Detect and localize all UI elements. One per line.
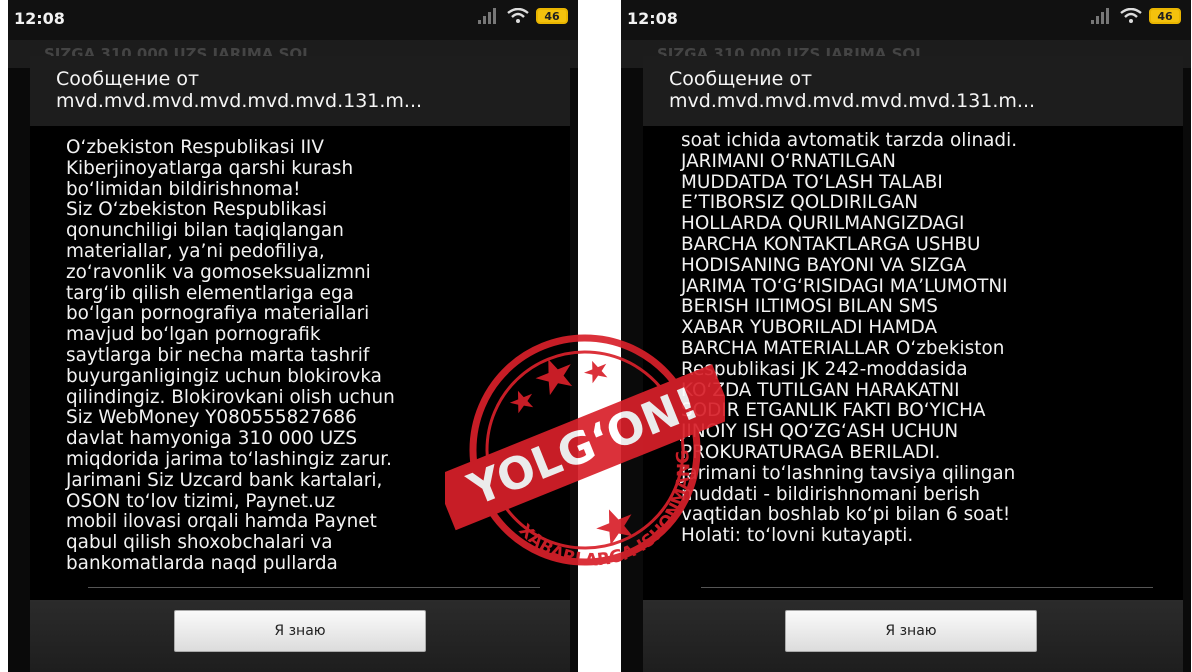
message-line: BARCHA MATERIALLAR O‘zbekiston: [681, 337, 1005, 359]
divider: [701, 587, 1153, 588]
message-line: bo‘lgan pornografiya materiallari: [66, 303, 370, 325]
dialog-header: Сообщение от mvd.mvd.mvd.mvd.mvd.mvd.131…: [643, 56, 1183, 127]
divider: [88, 587, 540, 588]
message-line: buyurganligingiz uchun blokirovka: [66, 365, 382, 387]
message-line: BERISH ILTIMOSI BILAN SMS: [681, 296, 938, 318]
battery-icon: 46: [1149, 8, 1181, 24]
dialog-title-line1: Сообщение от: [669, 68, 813, 90]
message-line: bankomatlarda naqd pullarda: [66, 552, 338, 574]
dialog-sender: mvd.mvd.mvd.mvd.mvd.mvd.131.m...: [669, 90, 1036, 112]
dialog-sender: mvd.mvd.mvd.mvd.mvd.mvd.131.m...: [56, 90, 423, 112]
message-line: vaqtidan boshlab ko‘pi bilan 6 soat!: [681, 504, 1011, 526]
message-line: PROKURATURAGA BERILADI.: [681, 441, 941, 463]
dialog-title: Сообщение от mvd.mvd.mvd.mvd.mvd.mvd.131…: [669, 68, 1177, 112]
dialog-title: Сообщение от mvd.mvd.mvd.mvd.mvd.mvd.131…: [56, 68, 564, 112]
message-line: XABAR YUBORILADI HAMDA: [681, 317, 938, 339]
message-line: zo‘ravonlik va gomoseksualizmni: [66, 261, 371, 283]
message-line: mavjud bo‘lgan pornografik: [66, 324, 321, 346]
dialog-message-body[interactable]: soat ichida avtomatik tarzda olinadi. JAR…: [643, 126, 1183, 600]
message-line: KO‘ZDA TUTILGAN HARAKATNI: [681, 379, 960, 401]
dialog-title-line1: Сообщение от: [56, 68, 200, 90]
i-know-button[interactable]: Я знаю: [785, 610, 1037, 652]
message-line: targ‘ib qilish elementlariga ega: [66, 282, 354, 304]
message-line: Holati: to‘lovni kutayapti.: [681, 525, 914, 547]
message-line: Siz WebMoney Y080555827686: [66, 407, 357, 429]
message-line: qilindingiz. Blokirovkani olish uchun: [66, 386, 395, 408]
status-icons: 46: [478, 8, 568, 24]
wifi-icon: [507, 8, 529, 23]
message-line: qonunchiligi bilan taqiqlangan: [66, 220, 344, 242]
message-line: MUDDATDA TO‘LASH TALABI: [681, 171, 943, 193]
message-line: BARCHA KONTAKTLARGA USHBU: [681, 233, 981, 255]
message-line: O‘zbekiston Respublikasi IIV: [66, 137, 324, 158]
signal-icon: [478, 8, 500, 24]
message-line: Jarimani to‘lashning tavsiya qilingan: [681, 462, 1016, 484]
dialog-footer: Я знаю: [30, 600, 570, 672]
message-line: soat ichida avtomatik tarzda olinadi.: [681, 130, 1018, 151]
message-line: mobil ilovasi orqali hamda Paynet: [66, 511, 377, 533]
message-line: Jarimani Siz Uzcard bank kartalari,: [66, 469, 383, 491]
message-line: Siz O‘zbekiston Respublikasi: [66, 199, 327, 221]
dialog-header: Сообщение от mvd.mvd.mvd.mvd.mvd.mvd.131…: [30, 56, 570, 127]
status-icons: 46: [1091, 8, 1181, 24]
message-line: materiallar, ya’ni pedofiliya,: [66, 240, 325, 262]
signal-icon: [1091, 8, 1113, 24]
message-line: davlat hamyoniga 310 000 UZS: [66, 428, 358, 450]
message-line: HODISANING BAYONI VA SIZGA: [681, 254, 967, 276]
status-time: 12:08: [627, 9, 678, 28]
message-line: saytlarga bir necha marta tashrif: [66, 344, 370, 366]
dialog-footer: Я знаю: [643, 600, 1183, 672]
battery-icon: 46: [536, 8, 568, 24]
message-line: Kiberjinoyatlarga qarshi kurash: [66, 157, 354, 179]
message-line: OSON to‘lov tizimi, Paynet.uz: [66, 490, 336, 512]
message-line: SODIR ETGANLIK FAKTI BO‘YICHA: [681, 400, 986, 422]
message-line: JARIMANI O‘RNATILGAN: [681, 150, 896, 172]
status-bar: 12:08 46: [621, 0, 1191, 40]
i-know-button[interactable]: Я знаю: [174, 610, 426, 652]
message-line: JINOIY ISH QO‘ZG‘ASH UCHUN: [681, 421, 959, 443]
message-line: miqdorida jarima to‘lashingiz zarur.: [66, 448, 392, 470]
message-line: Respublikasi JK 242-moddasida: [681, 358, 968, 380]
message-line: bo‘limidan bildirishnoma!: [66, 178, 301, 200]
message-line: qabul qilish shoxobchalari va: [66, 532, 333, 554]
message-text: soat ichida avtomatik tarzda olinadi. JAR…: [681, 130, 1175, 547]
message-line: muddati - bildirishnomani berish: [681, 483, 981, 505]
message-text: O‘zbekiston Respublikasi IIV Kiberjinoyat…: [66, 137, 562, 575]
right-phone-screenshot: 12:08 46 SIZGA 310 000 UZS JARIMA SOL Со…: [621, 0, 1191, 672]
left-phone-screenshot: 12:08 46 SIZGA 310 000 UZS JARIMA SOL Со…: [8, 0, 578, 672]
dialog-message-body[interactable]: O‘zbekiston Respublikasi IIV Kiberjinoyat…: [30, 126, 570, 600]
message-line: JARIMA TO‘G‘RISIDAGI MA’LUMOTNI: [681, 275, 1008, 297]
message-line: HOLLARDA QURILMANGIZDAGI: [681, 213, 965, 235]
message-line: E’TIBORSIZ QOLDIRILGAN: [681, 192, 919, 214]
wifi-icon: [1120, 8, 1142, 23]
status-time: 12:08: [14, 9, 65, 28]
status-bar: 12:08 46: [8, 0, 578, 40]
